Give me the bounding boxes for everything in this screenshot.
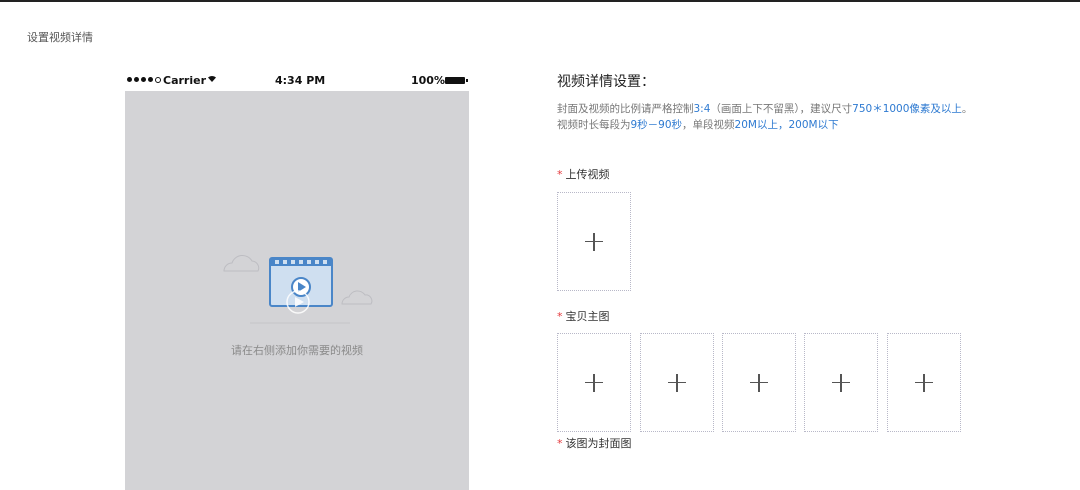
main-image-upload-3[interactable] bbox=[722, 333, 796, 432]
battery-icon bbox=[445, 77, 468, 84]
desc-filesize: 20M以上，200M以下 bbox=[734, 119, 839, 131]
phone-preview: Carrier 4:34 PM 100% 请在右侧添加你需要的视频 bbox=[125, 71, 469, 490]
settings-description: 封面及视频的比例请严格控制3:4（画面上下不留黑），建议尺寸750＊1000像素… bbox=[557, 101, 977, 133]
upload-video-label-text: 上传视频 bbox=[565, 168, 610, 181]
top-border bbox=[0, 0, 1080, 2]
plus-icon bbox=[832, 373, 850, 392]
signal-icon bbox=[127, 77, 161, 83]
page-title: 设置视频详情 bbox=[27, 31, 93, 44]
main-image-upload-4[interactable] bbox=[804, 333, 878, 432]
main-image-upload-5[interactable] bbox=[887, 333, 961, 432]
main-image-upload-2[interactable] bbox=[640, 333, 714, 432]
cover-note-text: 该图为封面图 bbox=[565, 437, 632, 450]
plus-icon bbox=[585, 232, 603, 251]
desc-text-4: ，单段视频 bbox=[682, 119, 735, 131]
settings-title: 视频详情设置： bbox=[557, 74, 655, 90]
carrier-label: Carrier bbox=[163, 74, 207, 87]
plus-icon bbox=[585, 373, 603, 392]
required-mark: * bbox=[557, 310, 563, 323]
main-image-label-text: 宝贝主图 bbox=[565, 310, 610, 323]
cover-note: * 该图为封面图 bbox=[557, 435, 632, 451]
empty-state-text: 请在右侧添加你需要的视频 bbox=[231, 344, 363, 357]
status-bar: Carrier 4:34 PM 100% bbox=[125, 71, 469, 91]
upload-video-button[interactable] bbox=[557, 192, 631, 291]
plus-icon bbox=[915, 373, 933, 392]
status-time: 4:34 PM bbox=[275, 74, 326, 87]
desc-text-1: 封面及视频的比例请严格控制 bbox=[557, 103, 694, 115]
main-image-label: * 宝贝主图 bbox=[557, 308, 610, 324]
desc-duration: 9秒－90秒 bbox=[630, 119, 683, 131]
desc-size: 750＊1000像素及以上 bbox=[852, 103, 962, 115]
plus-icon bbox=[668, 373, 686, 392]
desc-text-2: （画面上下不留黑），建议尺寸 bbox=[710, 103, 853, 115]
upload-video-label: * 上传视频 bbox=[557, 166, 610, 182]
required-mark: * bbox=[557, 168, 563, 181]
plus-icon bbox=[750, 373, 768, 392]
desc-ratio: 3:4 bbox=[693, 103, 711, 115]
video-placeholder-icon bbox=[223, 255, 373, 324]
battery-percent: 100% bbox=[411, 74, 445, 87]
wifi-icon bbox=[207, 74, 217, 86]
required-mark: * bbox=[557, 437, 563, 450]
main-image-upload-1[interactable] bbox=[557, 333, 631, 432]
